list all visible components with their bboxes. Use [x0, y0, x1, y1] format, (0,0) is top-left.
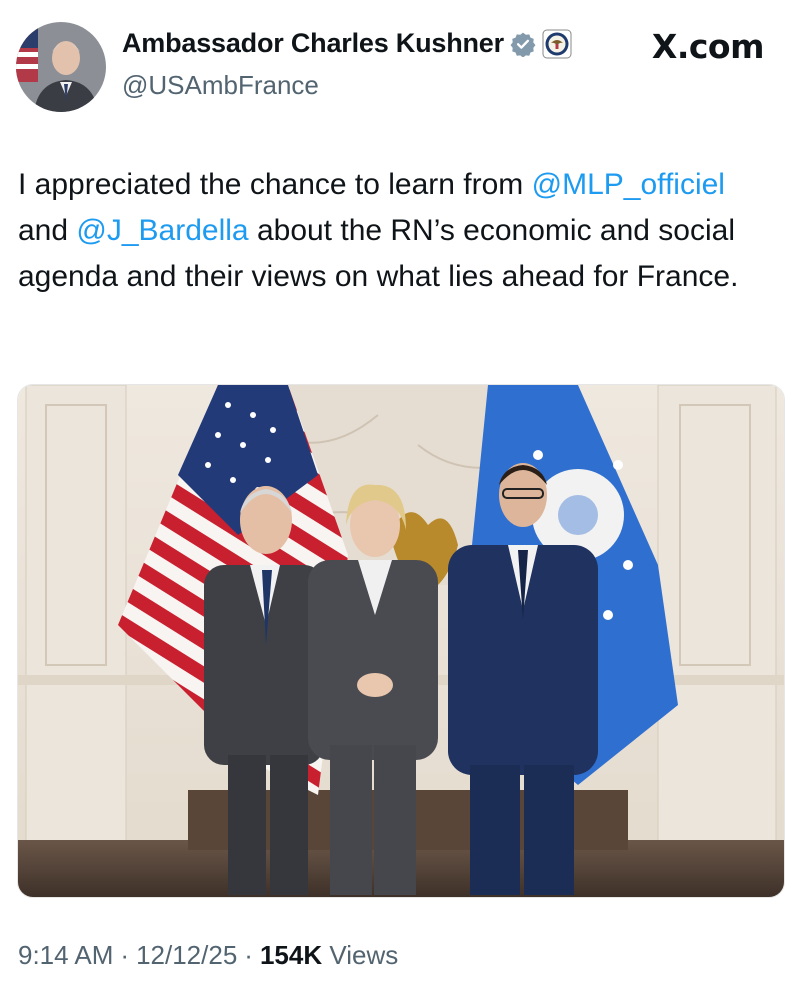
tweet-date[interactable]: 12/12/25 [136, 940, 237, 971]
tweet-meta: 9:14 AM · 12/12/25 · 154K Views [18, 940, 398, 971]
tweet-text: I appreciated the chance to learn from @… [18, 162, 778, 300]
tweet-photo[interactable] [17, 384, 785, 898]
author-display-name[interactable]: Ambassador Charles Kushner [122, 28, 504, 59]
verified-badge-icon [510, 31, 536, 58]
government-seal-icon [542, 29, 572, 59]
site-brand: X.com [651, 27, 765, 66]
author-handle[interactable]: @USAmbFrance [122, 70, 319, 101]
tweet-time[interactable]: 9:14 AM [18, 940, 113, 971]
author-name-row: Ambassador Charles Kushner [122, 28, 572, 59]
author-avatar[interactable] [16, 22, 106, 112]
tweet-text-part: I appreciated the chance to learn from [18, 168, 532, 201]
views-label: Views [329, 940, 399, 970]
tweet-text-part: and [18, 214, 77, 247]
avatar-photo [16, 22, 106, 112]
mention-link-mlp[interactable]: @MLP_officiel [532, 168, 725, 201]
views-count: 154K [259, 940, 323, 970]
meta-separator: · [244, 940, 253, 970]
mention-link-bardella[interactable]: @J_Bardella [76, 214, 248, 247]
meta-separator: · [120, 940, 130, 970]
photo-scene [18, 385, 784, 897]
